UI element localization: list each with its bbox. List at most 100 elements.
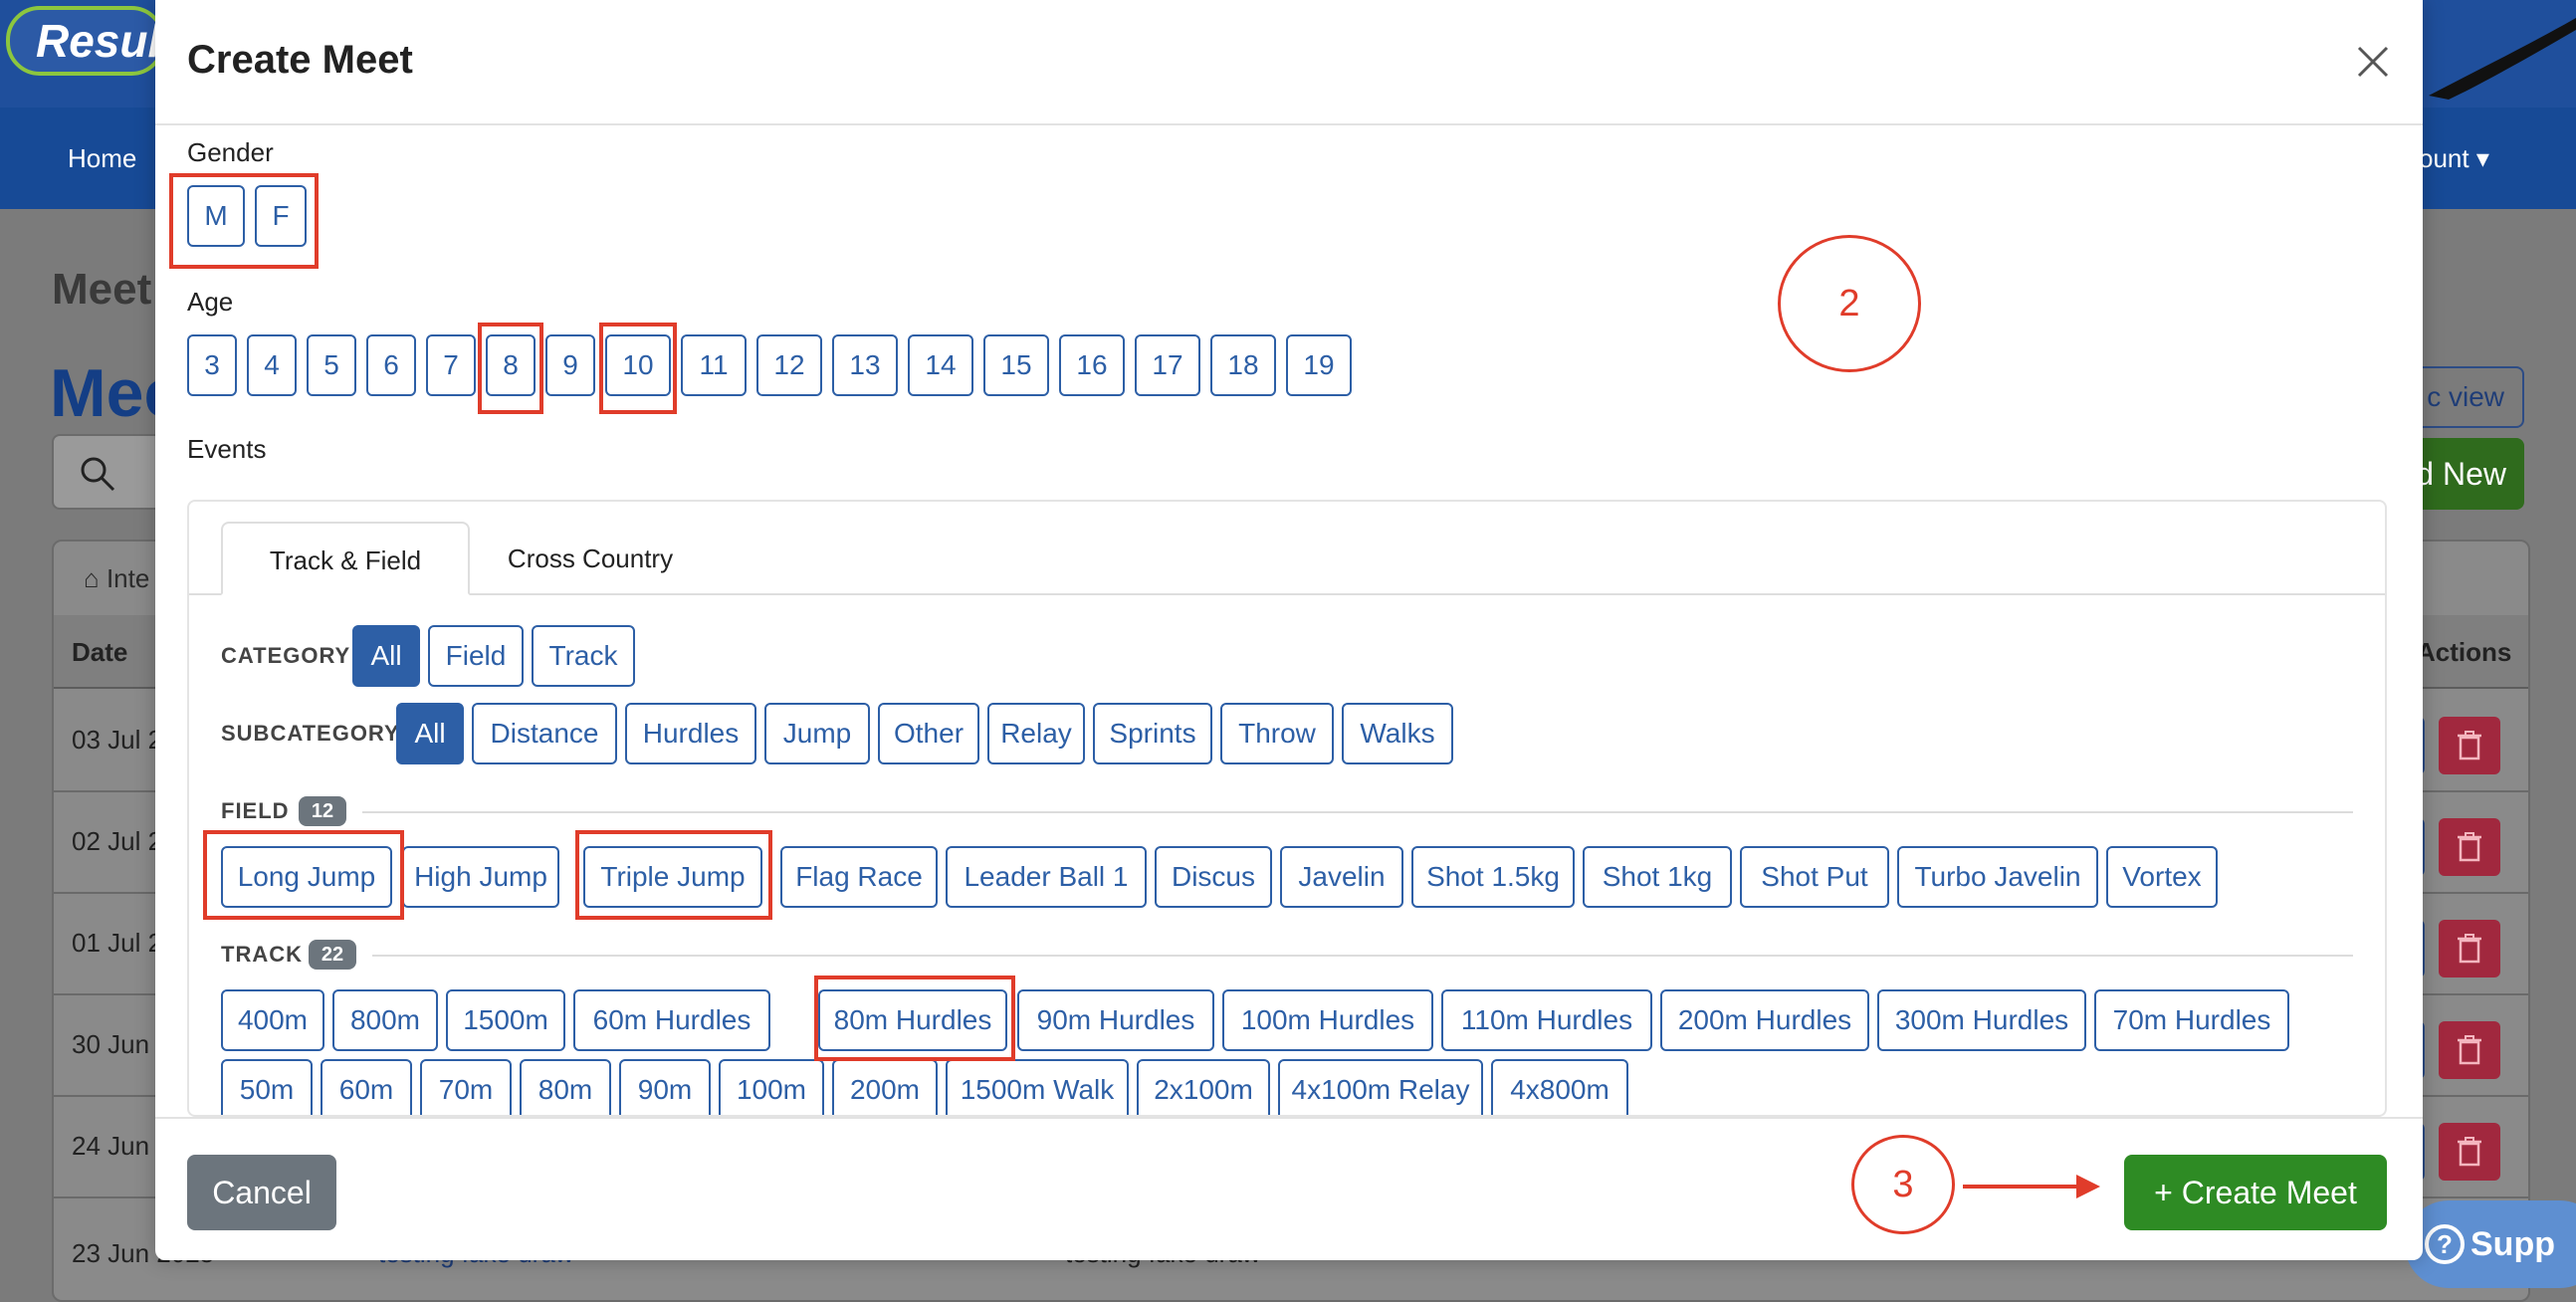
event-100m-hurdles[interactable]: 100m Hurdles <box>1222 989 1433 1051</box>
category-field-button[interactable]: Field <box>428 625 524 687</box>
event-60m-hurdles[interactable]: 60m Hurdles <box>573 989 770 1051</box>
row-date: 24 Jun <box>72 1131 150 1161</box>
event-70m[interactable]: 70m <box>420 1059 512 1115</box>
age-button[interactable]: 14 <box>908 334 973 396</box>
age-button[interactable]: 3 <box>187 334 237 396</box>
event-800m[interactable]: 800m <box>332 989 438 1051</box>
event-90m-hurdles[interactable]: 90m Hurdles <box>1017 989 1214 1051</box>
event-50m[interactable]: 50m <box>221 1059 313 1115</box>
search-button[interactable] <box>52 434 161 510</box>
gender-f-button[interactable]: F <box>255 185 307 247</box>
step-3-marker: 3 <box>1851 1135 1955 1234</box>
event-shot-put[interactable]: Shot Put <box>1740 846 1889 908</box>
delete-button[interactable] <box>2439 920 2500 977</box>
public-view-button[interactable]: c view <box>2407 366 2524 428</box>
gender-m-button[interactable]: M <box>187 185 245 247</box>
help-icon: ? <box>2425 1224 2465 1264</box>
event-1500m-walk[interactable]: 1500m Walk <box>946 1059 1129 1115</box>
cancel-button[interactable]: Cancel <box>187 1155 336 1230</box>
age-button[interactable]: 4 <box>247 334 297 396</box>
category-all-button[interactable]: All <box>352 625 420 687</box>
create-meet-modal: Create Meet Gender M F Age 3 4 5 6 7 8 9… <box>155 0 2423 1260</box>
event-200m-hurdles[interactable]: 200m Hurdles <box>1660 989 1869 1051</box>
event-turbo-javelin[interactable]: Turbo Javelin <box>1897 846 2098 908</box>
age-button[interactable]: 15 <box>983 334 1049 396</box>
subcategory-walks-button[interactable]: Walks <box>1342 703 1453 764</box>
field-divider <box>362 811 2353 813</box>
subcategory-hurdles-button[interactable]: Hurdles <box>625 703 756 764</box>
events-card: Track & Field Cross Country CATEGORY All… <box>187 500 2387 1117</box>
event-shot-1kg[interactable]: Shot 1kg <box>1583 846 1732 908</box>
modal-title: Create Meet <box>187 38 413 82</box>
add-new-button[interactable]: d New <box>2407 438 2524 510</box>
age-button[interactable]: 9 <box>545 334 595 396</box>
event-300m-hurdles[interactable]: 300m Hurdles <box>1877 989 2086 1051</box>
age-button[interactable]: 6 <box>366 334 416 396</box>
subcategory-other-button[interactable]: Other <box>878 703 979 764</box>
event-vortex[interactable]: Vortex <box>2106 846 2218 908</box>
age-button[interactable]: 19 <box>1286 334 1352 396</box>
tab-international[interactable]: ⌂ Inte <box>84 563 149 594</box>
event-4x800m[interactable]: 4x800m <box>1491 1059 1628 1115</box>
subcategory-throw-button[interactable]: Throw <box>1220 703 1334 764</box>
event-discus[interactable]: Discus <box>1155 846 1272 908</box>
event-2x100m[interactable]: 2x100m <box>1137 1059 1270 1115</box>
modal-header: Create Meet <box>155 0 2423 125</box>
event-high-jump[interactable]: High Jump <box>402 846 559 908</box>
delete-button[interactable] <box>2439 818 2500 876</box>
tab-track-field[interactable]: Track & Field <box>221 522 470 595</box>
age-button[interactable]: 12 <box>756 334 822 396</box>
search-icon <box>81 457 115 492</box>
delete-button[interactable] <box>2439 1123 2500 1181</box>
events-label: Events <box>187 434 267 464</box>
subcategory-jump-button[interactable]: Jump <box>764 703 870 764</box>
support-label: Supp <box>2470 1225 2555 1263</box>
age-button[interactable]: 7 <box>426 334 476 396</box>
support-button[interactable]: ? Supp <box>2405 1200 2576 1288</box>
event-80m[interactable]: 80m <box>520 1059 611 1115</box>
age-button[interactable]: 17 <box>1135 334 1200 396</box>
event-70m-hurdles[interactable]: 70m Hurdles <box>2094 989 2289 1051</box>
subcategory-distance-button[interactable]: Distance <box>472 703 617 764</box>
event-flag-race[interactable]: Flag Race <box>780 846 938 908</box>
category-track-button[interactable]: Track <box>532 625 635 687</box>
create-meet-button[interactable]: + Create Meet <box>2124 1155 2387 1230</box>
nav-account-dropdown[interactable]: ount ▾ <box>2419 143 2489 174</box>
brand-swoosh-icon <box>2429 18 2576 100</box>
event-shot-1-5kg[interactable]: Shot 1.5kg <box>1411 846 1575 908</box>
event-javelin[interactable]: Javelin <box>1280 846 1403 908</box>
trash-icon <box>2458 832 2481 862</box>
event-80m-hurdles[interactable]: 80m Hurdles <box>818 989 1007 1051</box>
age-button[interactable]: 13 <box>832 334 898 396</box>
event-400m[interactable]: 400m <box>221 989 324 1051</box>
age-button[interactable]: 10 <box>605 334 671 396</box>
age-button[interactable]: 8 <box>486 334 536 396</box>
event-90m[interactable]: 90m <box>619 1059 711 1115</box>
event-110m-hurdles[interactable]: 110m Hurdles <box>1441 989 1652 1051</box>
close-icon[interactable] <box>2353 42 2393 82</box>
age-button[interactable]: 16 <box>1059 334 1125 396</box>
event-200m[interactable]: 200m <box>832 1059 938 1115</box>
tab-cross-country[interactable]: Cross Country <box>476 522 705 595</box>
delete-button[interactable] <box>2439 717 2500 774</box>
tab-label: Inte <box>106 563 150 593</box>
nav-home-link[interactable]: Home <box>68 143 136 174</box>
age-button[interactable]: 18 <box>1210 334 1276 396</box>
event-4x100m-relay[interactable]: 4x100m Relay <box>1278 1059 1483 1115</box>
age-button[interactable]: 5 <box>307 334 356 396</box>
arrow-right-icon <box>1963 1175 2100 1198</box>
age-button[interactable]: 11 <box>681 334 747 396</box>
date-column-header: Date <box>72 637 128 667</box>
event-1500m[interactable]: 1500m <box>446 989 565 1051</box>
row-date: 01 Jul 2 <box>72 928 163 958</box>
event-long-jump[interactable]: Long Jump <box>221 846 392 908</box>
event-60m[interactable]: 60m <box>321 1059 412 1115</box>
subcategory-sprints-button[interactable]: Sprints <box>1093 703 1212 764</box>
row-date: 02 Jul 2 <box>72 826 163 856</box>
subcategory-all-button[interactable]: All <box>396 703 464 764</box>
event-leader-ball-1[interactable]: Leader Ball 1 <box>946 846 1147 908</box>
event-100m[interactable]: 100m <box>719 1059 824 1115</box>
subcategory-relay-button[interactable]: Relay <box>987 703 1085 764</box>
event-triple-jump[interactable]: Triple Jump <box>583 846 762 908</box>
delete-button[interactable] <box>2439 1021 2500 1079</box>
